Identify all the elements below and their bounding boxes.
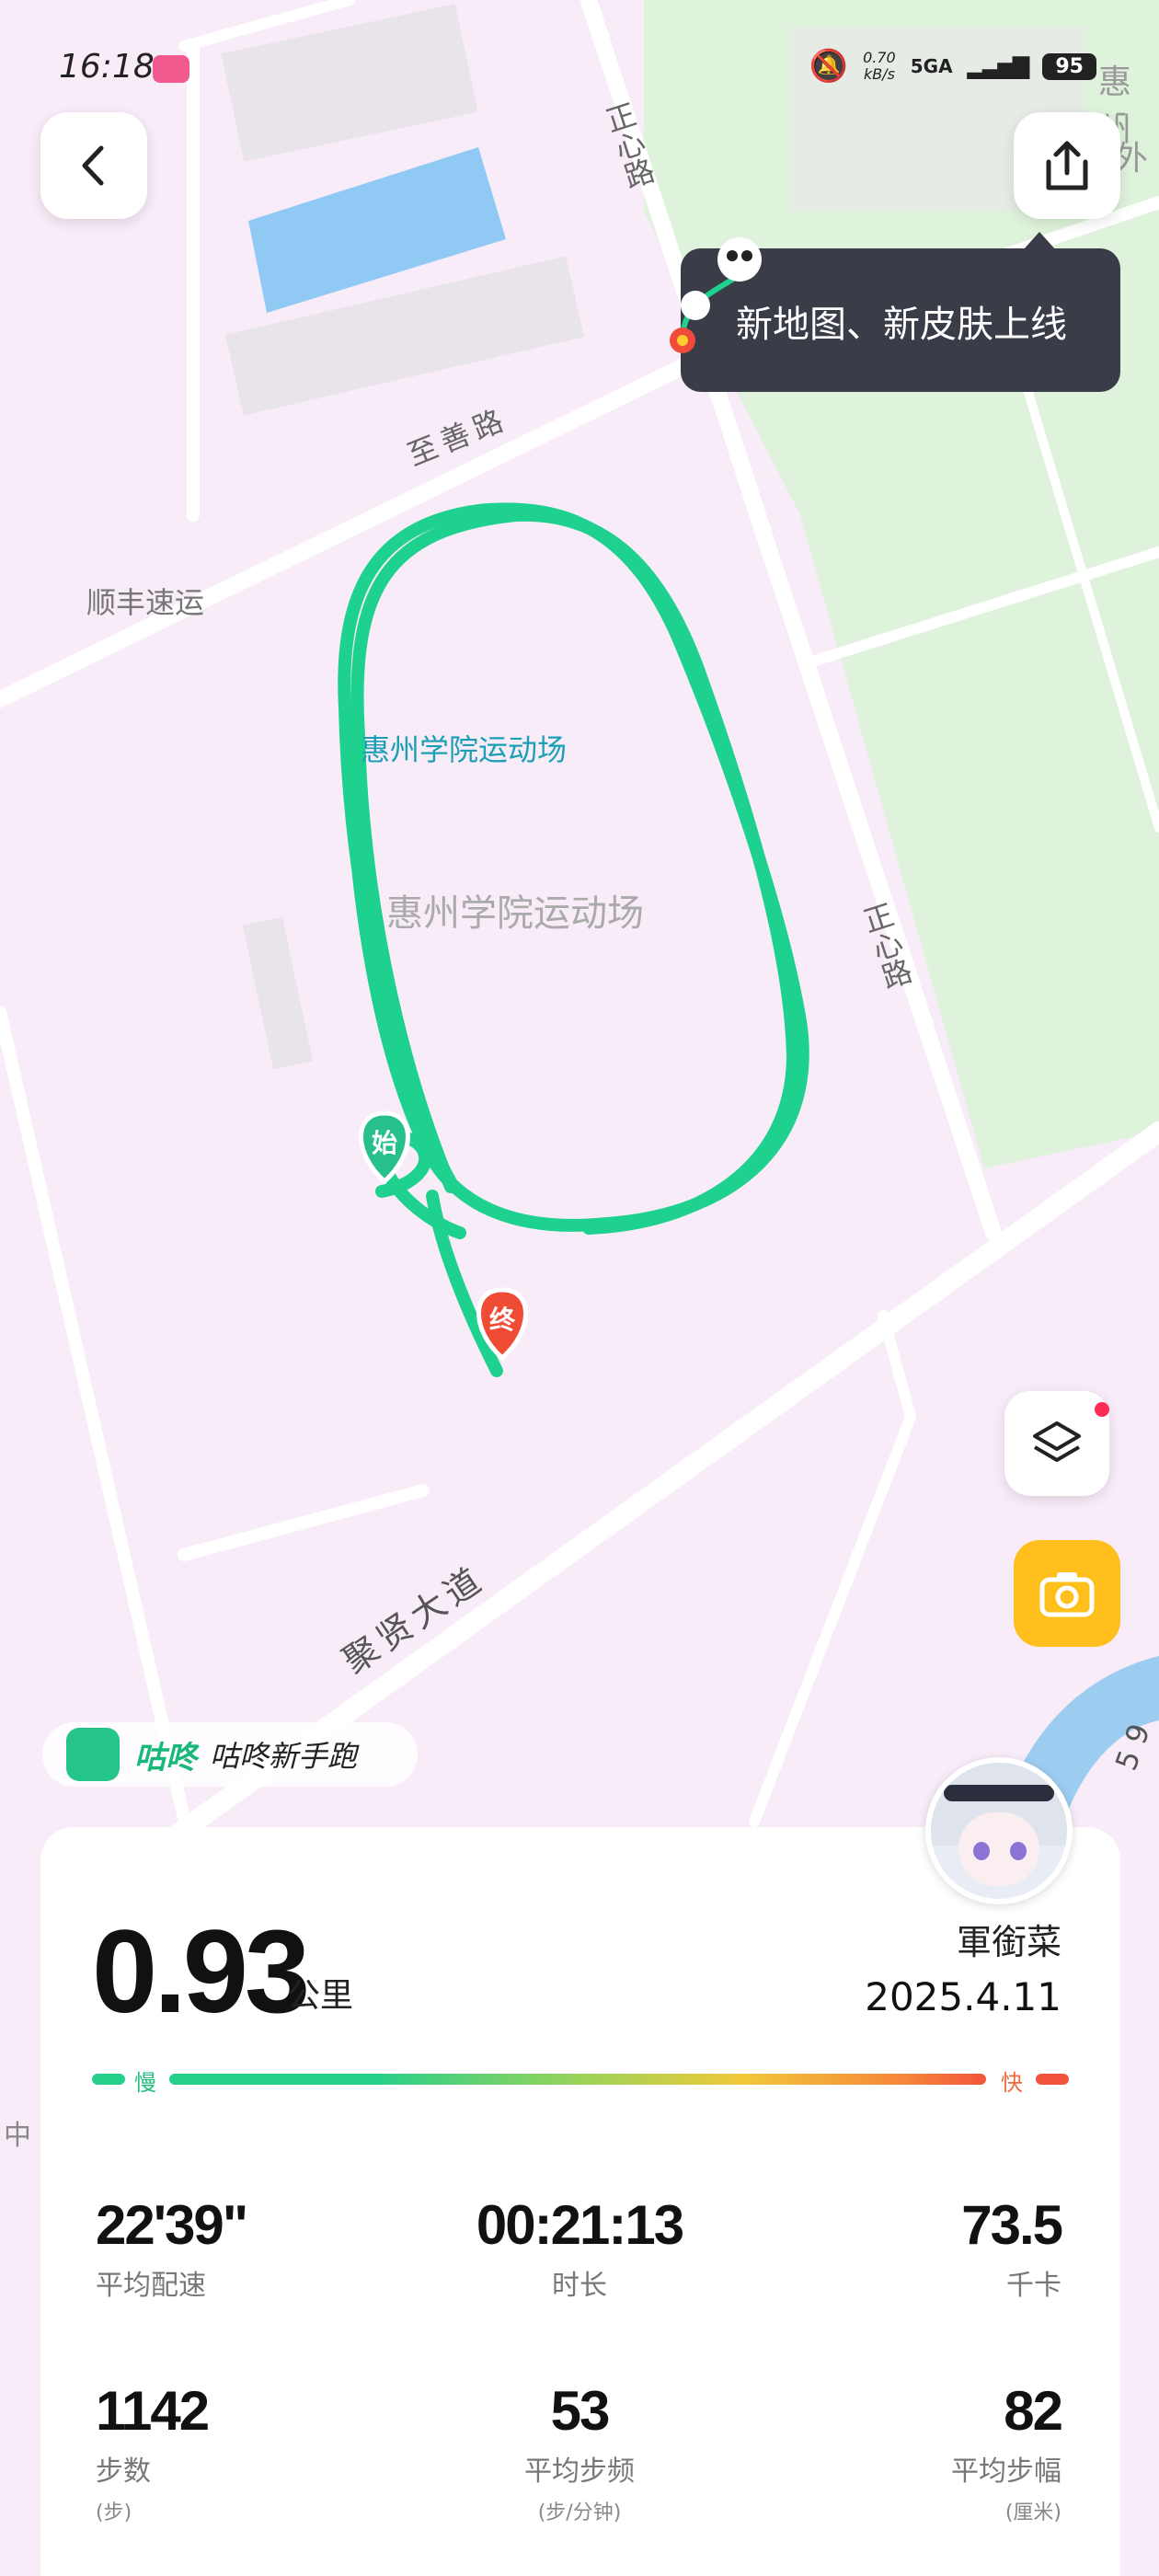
app-notification-icon bbox=[153, 55, 189, 83]
map-edge-label: -外 bbox=[1115, 94, 1149, 178]
net-speed-unit: kB/s bbox=[863, 65, 895, 83]
start-marker-label: 始 bbox=[371, 1128, 397, 1158]
net-speed: 0.70 kB/s bbox=[863, 50, 896, 83]
share-button[interactable] bbox=[1014, 112, 1120, 219]
brand-badge: 咕咚 咕咚新手跑 bbox=[42, 1722, 418, 1787]
notification-dot bbox=[1095, 1402, 1109, 1417]
poi-label: 顺丰速运 bbox=[86, 585, 205, 620]
stat-steps: 1142 步数 (步) bbox=[96, 2379, 210, 2525]
stat-unit: (厘米) bbox=[1004, 2501, 1061, 2524]
stat-duration: 00:21:13 时长 bbox=[386, 2193, 773, 2303]
pace-fast-label: 快 bbox=[1001, 2070, 1023, 2096]
stat-cadence: 53 平均步频 (步/分钟) bbox=[386, 2379, 773, 2525]
distance-unit: 公里 bbox=[287, 1977, 354, 2015]
stat-value: 1142 bbox=[96, 2380, 210, 2442]
brand-name: 咕咚 bbox=[134, 1739, 197, 1777]
net-speed-value: 0.70 bbox=[863, 49, 896, 66]
camera-icon bbox=[1039, 1572, 1095, 1617]
stat-label: 时长 bbox=[552, 2270, 607, 2302]
run-date: 2025.4.11 bbox=[865, 1974, 1061, 2019]
new-skin-tooltip[interactable]: 新地图、新皮肤上线 bbox=[670, 232, 1120, 392]
battery-indicator: 95 bbox=[1042, 52, 1096, 80]
app-logo-icon bbox=[66, 1728, 120, 1781]
distance-value: 0.93 bbox=[92, 1906, 310, 2038]
stat-value: 53 bbox=[550, 2380, 611, 2442]
stat-avg-pace: 22'39" 平均配速 bbox=[96, 2193, 248, 2303]
camera-button[interactable] bbox=[1014, 1540, 1120, 1647]
stadium-area-label: 惠州学院运动场 bbox=[386, 892, 644, 935]
status-time: 16:18 bbox=[59, 48, 155, 86]
pace-gradient-bar bbox=[169, 2074, 986, 2085]
signal-icon: ▂▃▅▇ bbox=[967, 53, 1030, 79]
stat-label: 平均步频 bbox=[524, 2455, 635, 2488]
stat-value: 82 bbox=[1004, 2380, 1063, 2442]
back-button[interactable] bbox=[40, 112, 147, 219]
map-edge-label: 中 bbox=[4, 2120, 31, 2152]
user-avatar[interactable] bbox=[925, 1757, 1073, 1904]
chevron-left-icon bbox=[82, 145, 104, 186]
pace-scale: 慢 快 bbox=[92, 2070, 1069, 2096]
network-type: 5GA bbox=[910, 55, 953, 77]
user-name: 軍銜菜 bbox=[956, 1922, 1061, 1962]
stadium-label: 惠州学院运动场 bbox=[361, 732, 568, 767]
stat-unit: (步) bbox=[96, 2501, 132, 2524]
layers-icon bbox=[1033, 1421, 1081, 1462]
end-marker-label: 终 bbox=[488, 1305, 515, 1335]
stat-label: 千卡 bbox=[1006, 2270, 1061, 2302]
stat-value: 22'39" bbox=[96, 2194, 248, 2256]
stat-unit: (步/分钟) bbox=[537, 2501, 622, 2524]
tooltip-text: 新地图、新皮肤上线 bbox=[736, 304, 1067, 346]
stat-label: 平均配速 bbox=[96, 2270, 206, 2302]
map-layers-button[interactable] bbox=[1004, 1391, 1109, 1496]
stat-stride: 82 平均步幅 (厘米) bbox=[951, 2379, 1063, 2525]
stat-label: 步数 bbox=[96, 2455, 151, 2488]
brand-tagline: 咕咚新手跑 bbox=[210, 1739, 358, 1774]
mute-icon: 🔕 bbox=[809, 48, 849, 85]
pace-slow-label: 慢 bbox=[134, 2070, 156, 2096]
stat-calories: 73.5 千卡 bbox=[961, 2193, 1063, 2303]
stat-value: 73.5 bbox=[961, 2194, 1063, 2256]
share-icon bbox=[1046, 141, 1088, 190]
stat-label: 平均步幅 bbox=[951, 2455, 1061, 2488]
status-bar: 16:18 🔕 0.70 kB/s 5GA ▂▃▅▇ 95 bbox=[0, 48, 1159, 94]
stat-value: 00:21:13 bbox=[476, 2194, 684, 2256]
